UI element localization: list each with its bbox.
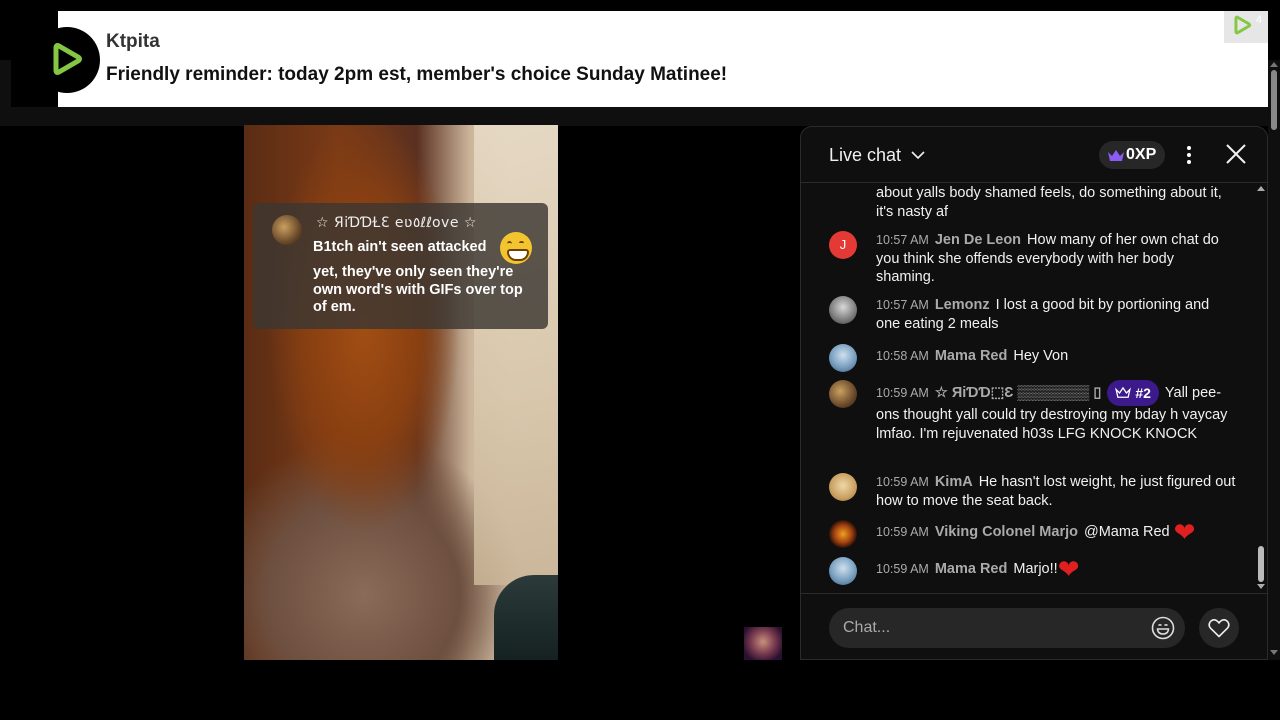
heart-icon bbox=[1208, 619, 1230, 638]
chat-timestamp: 10:59 AM bbox=[876, 524, 929, 539]
live-chat-panel: Live chat 0XP about yalls body shamed fe… bbox=[800, 126, 1268, 660]
scroll-up-arrow-icon[interactable] bbox=[1270, 62, 1278, 67]
notification-message: Friendly reminder: today 2pm est, member… bbox=[106, 64, 728, 85]
red-heart-emoji-icon: ❤ bbox=[1057, 554, 1080, 584]
notification-channel-name: Ktpita bbox=[106, 31, 160, 52]
avatar[interactable] bbox=[829, 473, 857, 501]
xp-label: 0XP bbox=[1126, 146, 1157, 163]
chat-timestamp: 10:59 AM bbox=[876, 385, 929, 400]
chat-message-text: He hasn't lost weight, he just figured o… bbox=[876, 474, 1236, 509]
chat-timestamp: 10:59 AM bbox=[876, 561, 929, 576]
live-chat-title[interactable]: Live chat bbox=[829, 145, 901, 166]
avatar[interactable] bbox=[829, 380, 857, 408]
chat-author[interactable]: Jen De Leon bbox=[935, 232, 1021, 248]
chat-input[interactable] bbox=[829, 608, 1185, 648]
video-frame-detail bbox=[474, 125, 558, 585]
avatar[interactable] bbox=[829, 344, 857, 372]
scroll-up-arrow-icon[interactable] bbox=[1257, 186, 1265, 191]
chat-author[interactable]: ☆ ЯiƊƊ⬚Ɛ ▒▒▒▒▒▒▒ ▯ bbox=[935, 385, 1102, 401]
page: Ktpita Friendly reminder: today 2pm est,… bbox=[0, 0, 1280, 720]
overlay-author-name: ☆ ЯiƊƊⱢƐ eʋ٥ℓℓove ☆ bbox=[316, 215, 477, 231]
avatar bbox=[272, 215, 302, 245]
scrollbar-thumb[interactable] bbox=[1258, 546, 1264, 582]
overlay-message-line: yet, they've only seen they're own word'… bbox=[313, 264, 523, 315]
grinning-face-emoji-icon bbox=[500, 232, 532, 264]
chat-author[interactable]: Viking Colonel Marjo bbox=[935, 524, 1078, 540]
chat-author[interactable]: Mama Red bbox=[935, 348, 1008, 364]
rank-badge-label: #2 bbox=[1135, 385, 1151, 401]
scroll-down-arrow-icon[interactable] bbox=[1270, 650, 1278, 655]
like-button[interactable] bbox=[1199, 608, 1239, 648]
scrollbar-thumb[interactable] bbox=[1271, 70, 1277, 130]
chevron-down-icon[interactable] bbox=[910, 147, 926, 163]
red-heart-emoji-icon: ❤ bbox=[1173, 517, 1196, 547]
rank-badge: #2 bbox=[1107, 380, 1159, 406]
crown-icon bbox=[1108, 150, 1124, 161]
chat-message-list[interactable]: about yalls body shamed feels, do someth… bbox=[801, 184, 1267, 592]
chat-message-text: about yalls body shamed feels, do someth… bbox=[876, 185, 1222, 220]
streamer-thumbnail[interactable] bbox=[744, 627, 782, 660]
chat-input-bar bbox=[801, 593, 1267, 659]
crown-icon bbox=[1115, 386, 1132, 398]
avatar[interactable]: J bbox=[829, 231, 857, 259]
chat-scrollbar[interactable] bbox=[1255, 184, 1267, 592]
avatar[interactable] bbox=[829, 520, 857, 548]
more-options-icon[interactable] bbox=[1182, 144, 1196, 166]
notification-banner[interactable]: Ktpita Friendly reminder: today 2pm est,… bbox=[34, 11, 1268, 107]
avatar[interactable] bbox=[829, 557, 857, 585]
notification-count: 4 bbox=[1256, 14, 1263, 26]
chat-timestamp: 10:57 AM bbox=[876, 298, 929, 312]
overlay-message-line: B1tch ain't seen attacked bbox=[313, 239, 487, 255]
chat-timestamp: 10:57 AM bbox=[876, 233, 929, 247]
emoji-picker-icon[interactable] bbox=[1151, 616, 1175, 640]
notification-corner-badge[interactable]: 4 bbox=[1224, 11, 1268, 43]
scroll-down-arrow-icon[interactable] bbox=[1257, 584, 1265, 589]
rumble-small-icon bbox=[1234, 15, 1252, 35]
chat-message-text: @Mama Red bbox=[1083, 523, 1170, 540]
chat-timestamp: 10:59 AM bbox=[876, 475, 929, 489]
close-icon[interactable] bbox=[1225, 143, 1247, 165]
xp-badge-button[interactable]: 0XP bbox=[1099, 141, 1165, 169]
video-frame-detail bbox=[494, 575, 558, 660]
chat-author[interactable]: KimA bbox=[935, 474, 973, 490]
chat-message-text: Hey Von bbox=[1013, 348, 1069, 364]
avatar[interactable] bbox=[829, 296, 857, 324]
chat-author[interactable]: Lemonz bbox=[935, 297, 990, 313]
chat-message-text: Marjo!! bbox=[1013, 560, 1058, 577]
chat-timestamp: 10:58 AM bbox=[876, 349, 929, 363]
rumble-play-icon bbox=[34, 27, 100, 93]
live-chat-header: Live chat 0XP bbox=[801, 127, 1267, 183]
page-scrollbar[interactable] bbox=[1268, 60, 1280, 660]
chat-author[interactable]: Mama Red bbox=[935, 561, 1008, 577]
